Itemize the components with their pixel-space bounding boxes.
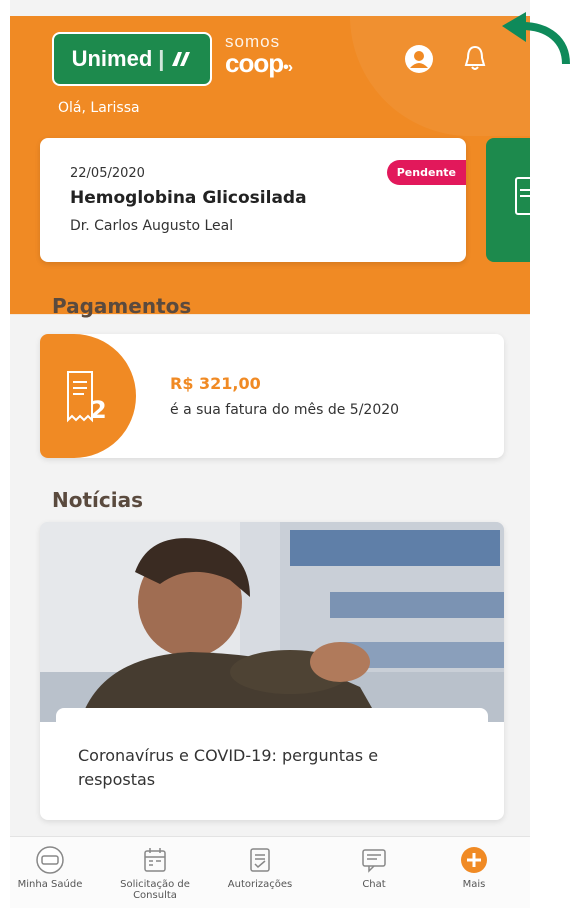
- campaign-big-text: coop•›: [225, 48, 293, 78]
- health-record-icon: [36, 846, 64, 874]
- news-headline[interactable]: Coronavírus e COVID-19: perguntas e resp…: [78, 744, 438, 792]
- appointment-card[interactable]: 22/05/2020 Hemoglobina Glicosilada Dr. C…: [40, 138, 466, 262]
- svg-text:2: 2: [90, 396, 107, 424]
- nav-label: Chat: [362, 879, 386, 890]
- news-title: Notícias: [52, 488, 144, 512]
- payment-description: é a sua fatura do mês de 5/2020: [170, 402, 400, 418]
- payment-card[interactable]: 2 R$ 321,00 é a sua fatura do mês de 5/2…: [40, 334, 504, 458]
- appointment-date: 22/05/2020: [70, 166, 145, 181]
- brand-name: Unimed: [71, 46, 153, 71]
- campaign-small-text: somos: [225, 32, 281, 51]
- document-check-icon: [250, 848, 270, 872]
- app-screen: Unimed | somos coop•› Olá, Larissa 22/05…: [10, 0, 530, 908]
- nav-label: Minha Saúde: [17, 879, 83, 890]
- somos-coop-logo: somos coop•›: [225, 32, 293, 78]
- document-icon: [515, 177, 530, 215]
- nav-mais[interactable]: Mais: [424, 845, 524, 890]
- bottom-navigation: Minha Saúde Solicitação de Consulta Auto…: [10, 836, 530, 908]
- nav-chat[interactable]: Chat: [324, 845, 424, 890]
- profile-icon[interactable]: [404, 44, 434, 74]
- payments-title: Pagamentos: [52, 294, 192, 318]
- payment-icon-background: 2: [40, 334, 136, 458]
- nav-autorizacoes[interactable]: Autorizações: [210, 845, 310, 890]
- invoice-icon: 2: [67, 371, 107, 424]
- unimed-logo: Unimed |: [52, 32, 212, 86]
- news-caption-panel: Coronavírus e COVID-19: perguntas e resp…: [56, 708, 488, 820]
- calendar-request-icon: [144, 848, 166, 872]
- appointment-doctor: Dr. Carlos Augusto Leal: [70, 218, 234, 234]
- nav-label: Solicitação de Consulta: [120, 879, 190, 901]
- next-appointment-card[interactable]: [486, 138, 530, 262]
- appointment-exam: Hemoglobina Glicosilada: [70, 188, 307, 208]
- payment-amount: R$ 321,00: [170, 374, 261, 393]
- greeting-text: Olá, Larissa: [58, 100, 140, 116]
- news-card[interactable]: Coronavírus e COVID-19: perguntas e resp…: [40, 522, 504, 820]
- chat-icon: [362, 849, 386, 873]
- nav-solicitacao-consulta[interactable]: Solicitação de Consulta: [105, 845, 205, 901]
- nav-minha-saude[interactable]: Minha Saúde: [10, 845, 100, 890]
- nav-label: Mais: [462, 879, 486, 890]
- news-image: [40, 522, 504, 722]
- annotation-arrow-icon: [502, 12, 570, 65]
- bell-icon[interactable]: [460, 44, 490, 74]
- nav-label: Autorizações: [227, 879, 293, 890]
- status-badge: Pendente: [386, 160, 466, 185]
- plus-circle-icon: [461, 847, 487, 873]
- unimed-symbol-icon: [172, 52, 191, 66]
